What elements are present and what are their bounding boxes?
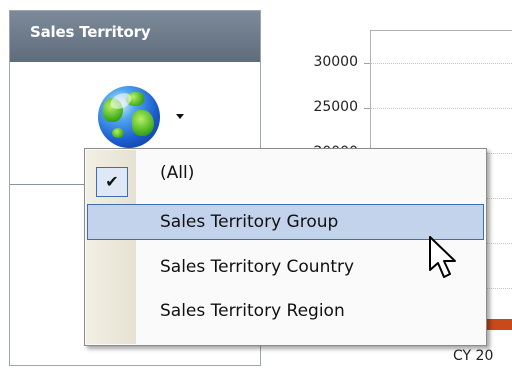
territory-level-menu: ✔ (All) Sales Territory Group Sales Terr…: [84, 148, 487, 346]
menu-item-all[interactable]: ✔ (All): [87, 155, 484, 197]
y-tick: [364, 108, 370, 109]
menu-item-label: Sales Territory Region: [160, 301, 345, 321]
territory-filter-button[interactable]: [98, 86, 192, 150]
menu-item-sales-territory-country[interactable]: Sales Territory Country: [87, 249, 484, 285]
checkmark-icon: ✔: [96, 167, 128, 197]
menu-item-label: (All): [160, 163, 195, 183]
x-tick-label: CY 20: [453, 348, 494, 364]
menu-item-sales-territory-region[interactable]: Sales Territory Region: [87, 293, 484, 329]
y-tick-label: 25000: [313, 99, 358, 115]
mouse-cursor-icon: [429, 236, 456, 278]
y-tick: [364, 63, 370, 64]
menu-item-sales-territory-group[interactable]: Sales Territory Group: [87, 204, 484, 240]
globe-icon: [98, 86, 160, 148]
menu-item-label: Sales Territory Group: [160, 212, 339, 232]
panel-title: Sales Territory: [10, 11, 260, 62]
menu-item-label: Sales Territory Country: [160, 257, 355, 277]
gridline: [370, 63, 512, 64]
triangle-down-icon: [176, 114, 184, 119]
gridline: [370, 108, 512, 109]
y-tick-label: 30000: [313, 54, 358, 70]
